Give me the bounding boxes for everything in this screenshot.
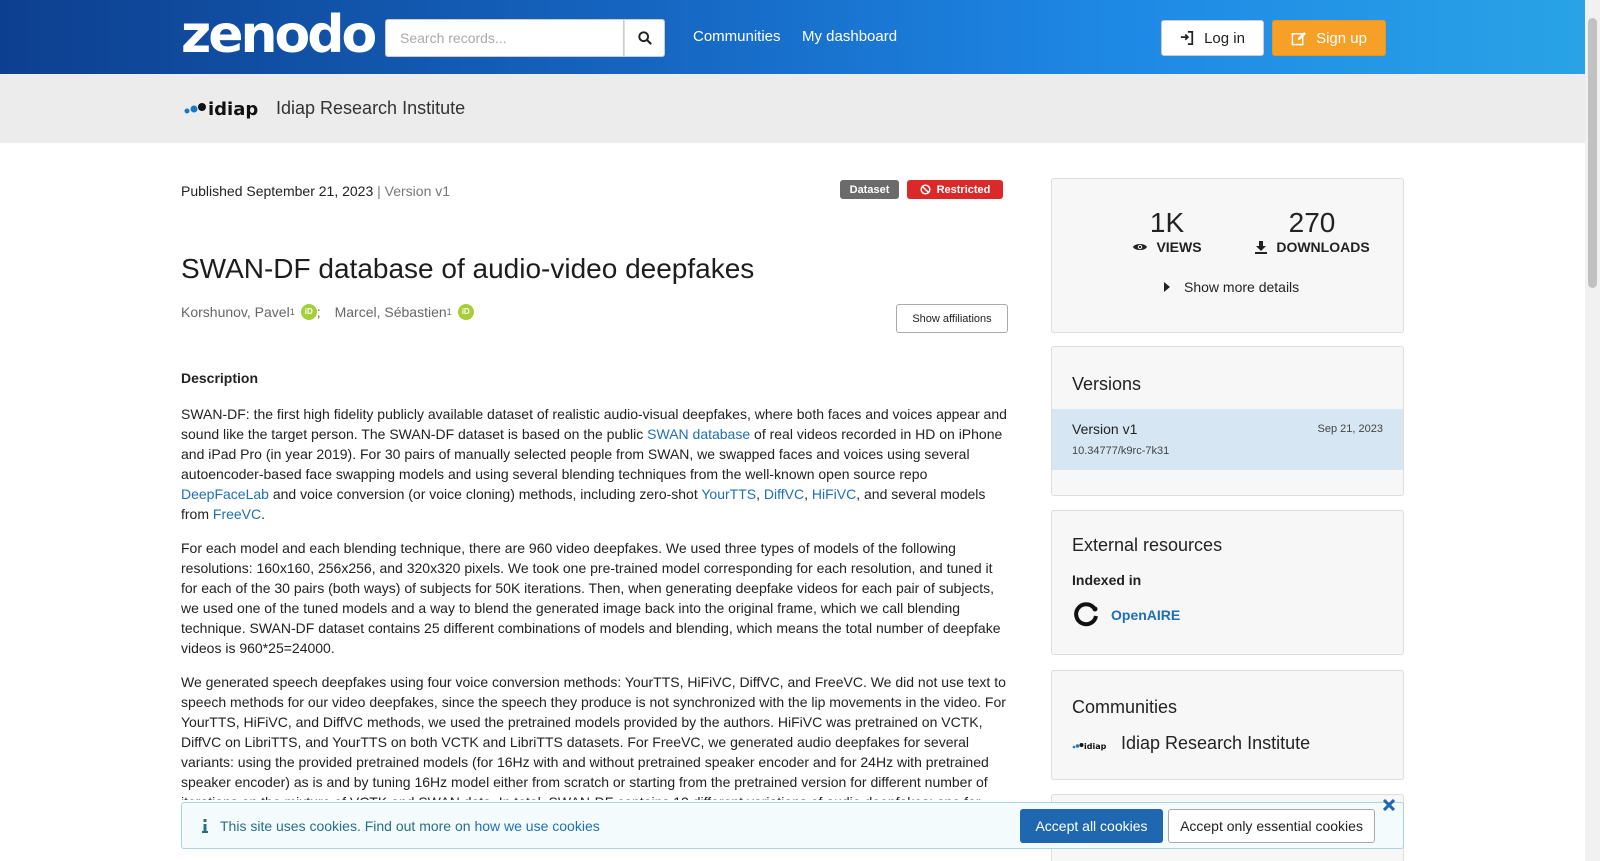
description-paragraph: We generated speech deepfakes using four… — [181, 674, 1006, 800]
community-link[interactable]: Idiap Research Institute — [1121, 733, 1310, 754]
version-date: Sep 21, 2023 — [1317, 423, 1383, 435]
communities-heading: Communities — [1072, 697, 1178, 717]
version-doi: 10.34777/k9rc-7k31 — [1072, 445, 1170, 457]
external-resources-heading: External resources — [1072, 535, 1223, 555]
eye-icon — [1133, 244, 1148, 250]
version-link[interactable]: Version v1 — [1072, 421, 1137, 437]
downloads-label-row: DOWNLOADS — [1242, 239, 1382, 255]
description-paragraph: For each model and each blending techniq… — [181, 540, 1001, 656]
hifivc-link[interactable]: HiFiVC — [812, 486, 856, 502]
freevc-link[interactable]: FreeVC — [213, 506, 261, 522]
resource-type-badge: Dataset — [840, 180, 899, 199]
accept-all-cookies-button[interactable]: Accept all cookies — [1020, 809, 1163, 843]
edit-icon — [1291, 31, 1307, 45]
yourtts-link[interactable]: YourTTS — [701, 486, 756, 502]
description-heading: Description — [181, 370, 259, 386]
external-resources-panel: External resources Indexed in OpenAIRE — [1051, 510, 1404, 655]
download-icon — [1255, 241, 1268, 254]
openaire-icon — [1074, 602, 1098, 627]
downloads-count: 270 — [1288, 207, 1336, 238]
page-scrollbar[interactable] — [1585, 0, 1600, 861]
login-button[interactable]: Log in — [1161, 20, 1264, 56]
orcid-icon[interactable]: iD — [457, 304, 474, 320]
zenodo-logo[interactable]: zenodo — [181, 8, 377, 62]
orcid-icon[interactable]: iD — [300, 304, 317, 320]
communities-panel: Communities idiap Idiap Research Institu… — [1051, 670, 1404, 780]
community-header: idiap Idiap Research Institute — [0, 74, 1585, 143]
nav-communities[interactable]: Communities — [693, 28, 781, 45]
signup-label: Sign up — [1316, 29, 1367, 47]
views-stat: 1K VIEWS — [1112, 207, 1222, 255]
version-item[interactable]: Version v1 Sep 21, 2023 10.34777/k9rc-7k… — [1052, 409, 1403, 470]
stats-panel: 1K VIEWS 270 DOWNLOADS Show more details — [1051, 178, 1404, 333]
versions-panel: Versions Version v1 Sep 21, 2023 10.3477… — [1051, 346, 1404, 496]
search-button[interactable] — [624, 19, 665, 57]
views-label: VIEWS — [1156, 239, 1202, 255]
cookie-message: This site uses cookies. Find out more on… — [220, 818, 600, 834]
svg-text:idiap: idiap — [208, 99, 258, 120]
svg-text:idiap: idiap — [1084, 742, 1107, 751]
views-label-row: VIEWS — [1112, 239, 1222, 255]
signup-button[interactable]: Sign up — [1272, 20, 1386, 56]
creator-separator: ; — [316, 304, 321, 320]
text: , — [804, 486, 812, 502]
deepfacelab-link[interactable]: DeepFaceLab — [181, 486, 269, 502]
search-icon — [637, 31, 652, 45]
published-date: Published September 21, 2023 — [181, 183, 374, 199]
diffvc-link[interactable]: DiffVC — [764, 486, 804, 502]
creators-list: Korshunov, Pavel 1 iD ; Marcel, Sébastien… — [181, 304, 474, 320]
text: , — [756, 486, 764, 502]
creator-name[interactable]: Marcel, Sébastien — [335, 304, 447, 320]
access-badge: Restricted — [907, 180, 1003, 199]
indexed-in-label: Indexed in — [1072, 572, 1142, 588]
nav-my-dashboard[interactable]: My dashboard — [802, 28, 897, 45]
openaire-link[interactable]: OpenAIRE — [1111, 607, 1180, 623]
scrollbar-thumb[interactable] — [1588, 18, 1597, 288]
publication-info: Published September 21, 2023 | Version v… — [181, 183, 450, 199]
top-navbar: zenodo Communities My dashboard Log in S… — [0, 0, 1585, 74]
show-more-details[interactable]: Show more details — [1164, 279, 1299, 295]
community-name[interactable]: Idiap Research Institute — [276, 98, 465, 119]
description-paragraph: SWAN-DF: the first high fidelity publicl… — [181, 404, 1011, 524]
show-more-label: Show more details — [1184, 279, 1300, 295]
ban-icon — [920, 184, 931, 195]
text: and voice conversion (or voice cloning) … — [268, 486, 702, 502]
sign-in-icon — [1180, 31, 1194, 45]
show-affiliations-button[interactable]: Show affiliations — [896, 304, 1008, 333]
affiliation-number: 1 — [446, 307, 452, 317]
affiliation-number: 1 — [289, 307, 295, 317]
versions-heading: Versions — [1072, 374, 1142, 394]
views-count: 1K — [1149, 207, 1185, 238]
search-input[interactable] — [385, 19, 625, 57]
swan-database-link[interactable]: SWAN database — [647, 426, 750, 442]
downloads-stat: 270 DOWNLOADS — [1242, 207, 1382, 255]
idiap-community-logo: idiap — [1072, 742, 1107, 751]
search-bar — [385, 19, 665, 57]
cookie-banner: This site uses cookies. Find out more on… — [181, 799, 1404, 849]
downloads-label: DOWNLOADS — [1276, 239, 1370, 255]
accept-essential-cookies-button[interactable]: Accept only essential cookies — [1168, 809, 1375, 843]
version-label: | Version v1 — [377, 183, 451, 199]
info-icon — [202, 819, 208, 833]
creator-name[interactable]: Korshunov, Pavel — [181, 304, 290, 320]
text: . — [261, 506, 266, 522]
close-icon[interactable] — [1383, 799, 1395, 811]
cookie-policy-link[interactable]: how we use cookies — [474, 818, 599, 834]
cookie-text: This site uses cookies. Find out more on — [220, 818, 475, 834]
idiap-logo[interactable]: idiap — [183, 96, 263, 122]
access-label: Restricted — [936, 183, 991, 196]
record-title: SWAN-DF database of audio-video deepfake… — [181, 253, 755, 284]
caret-right-icon — [1164, 282, 1170, 292]
login-label: Log in — [1204, 29, 1245, 47]
